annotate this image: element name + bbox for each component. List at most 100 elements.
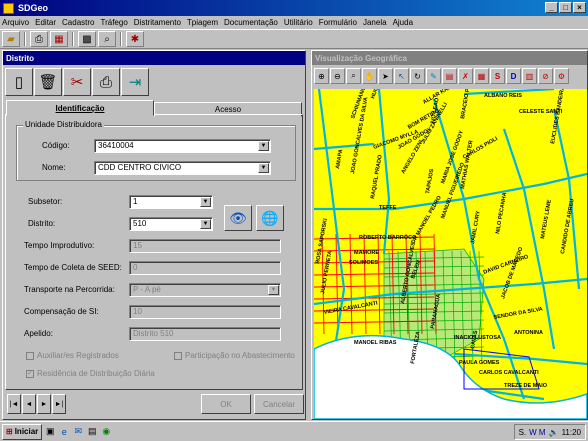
distrito-select[interactable]: 510 ▼ bbox=[129, 217, 213, 231]
cross-icon[interactable]: ✱ bbox=[126, 31, 144, 47]
nome-select[interactable]: CDD CENTRO CIVICO ▼ bbox=[94, 161, 271, 175]
menu-utilitario[interactable]: Utilitário bbox=[284, 18, 313, 27]
map-button[interactable]: 🌐 bbox=[256, 205, 284, 231]
exit-button[interactable]: ⇥ bbox=[121, 68, 149, 96]
nav-first-button[interactable]: |◄ bbox=[7, 394, 21, 414]
map-canvas[interactable]: ALBANO REISCELESTE SANTISCHIUMANOHUGO SI… bbox=[314, 89, 587, 419]
chart-icon[interactable]: ▥ bbox=[522, 68, 537, 84]
compensacao-label: Compensação de SI: bbox=[24, 307, 99, 316]
distrito-value: 510 bbox=[133, 219, 147, 228]
scissors-icon: ✂ bbox=[70, 74, 84, 91]
street-label: ROBERTO BARROCO bbox=[359, 235, 417, 241]
apelido-label: Apelido: bbox=[24, 329, 53, 338]
compensacao-field[interactable]: 10 bbox=[129, 305, 281, 319]
nav-prev-button[interactable]: ◄ bbox=[22, 394, 36, 414]
start-button[interactable]: ⊞ Iniciar bbox=[2, 423, 43, 440]
map-svg: ALBANO REISCELESTE SANTISCHIUMANOHUGO SI… bbox=[314, 89, 587, 419]
menu-tpiagem[interactable]: Tpiagem bbox=[187, 18, 218, 27]
chevron-down-icon[interactable]: ▼ bbox=[268, 285, 279, 295]
menu-editar[interactable]: Editar bbox=[35, 18, 56, 27]
auxiliar-label: Auxiliar/es Registrados bbox=[37, 351, 119, 360]
zoom-icon[interactable]: ⌕ bbox=[98, 31, 116, 47]
quicklaunch-app2-icon[interactable]: ◉ bbox=[100, 426, 112, 438]
participacao-label: Participação no Abastecimento bbox=[185, 351, 295, 360]
folder-icon[interactable]: ▰ bbox=[2, 31, 20, 47]
route-icon[interactable]: ✗ bbox=[458, 68, 473, 84]
grid-icon[interactable]: ▩ bbox=[78, 31, 96, 47]
tray-s-icon[interactable]: S. bbox=[519, 428, 527, 437]
zoom-window-icon[interactable]: ⌕ bbox=[346, 68, 361, 84]
app-icon bbox=[3, 2, 14, 14]
pointer-icon[interactable]: ➤ bbox=[378, 68, 393, 84]
label-d-icon[interactable]: D bbox=[506, 68, 521, 84]
tray-speaker-icon[interactable]: 🔈 bbox=[549, 428, 559, 437]
transporte-select[interactable]: P - A pé ▼ bbox=[129, 283, 281, 297]
tempo-coleta-field[interactable]: 0 bbox=[129, 261, 281, 275]
quicklaunch-desktop-icon[interactable]: ▣ bbox=[44, 426, 56, 438]
participacao-checkbox[interactable]: Participação no Abastecimento bbox=[174, 351, 295, 360]
palette-icon[interactable]: ✎ bbox=[426, 68, 441, 84]
globe-icon: 🌐 bbox=[261, 209, 279, 226]
menu-formulario[interactable]: Formulário bbox=[319, 18, 357, 27]
printer-icon[interactable]: ⎙ bbox=[30, 31, 48, 47]
cut-button[interactable]: ✂ bbox=[63, 68, 91, 96]
menu-documentacao[interactable]: Documentação bbox=[224, 18, 278, 27]
label-s-icon[interactable]: S bbox=[490, 68, 505, 84]
quicklaunch-app-icon[interactable]: ▤ bbox=[86, 426, 98, 438]
settings-icon[interactable]: ⚙ bbox=[554, 68, 569, 84]
quicklaunch-outlook-icon[interactable]: ✉ bbox=[72, 426, 84, 438]
identificacao-panel: Unidade Distribuidora Código: 36410004 ▼… bbox=[5, 114, 303, 390]
nav-next-button[interactable]: ► bbox=[37, 394, 51, 414]
tray-wm-icon[interactable]: W M bbox=[529, 428, 545, 437]
minimize-button[interactable]: _ bbox=[545, 2, 558, 13]
main-toolbar: ▰ ⎙ ▦ ▩ ⌕ ✱ bbox=[0, 29, 588, 49]
ok-button[interactable]: OK bbox=[201, 394, 251, 414]
subsetor-select[interactable]: 1 ▼ bbox=[129, 195, 213, 209]
new-document-button[interactable]: ▯ bbox=[5, 68, 33, 96]
street-label: SENDOR DA SILVA bbox=[493, 306, 543, 321]
nav-last-button[interactable]: ►| bbox=[52, 394, 66, 414]
quicklaunch-browser-icon[interactable]: e bbox=[58, 426, 70, 438]
menu-arquivo[interactable]: Arquivo bbox=[2, 18, 29, 27]
menu-trafego[interactable]: Tráfego bbox=[101, 18, 128, 27]
auxiliar-checkbox[interactable]: Auxiliar/es Registrados bbox=[26, 351, 119, 360]
pan-hand-icon[interactable]: ✋ bbox=[362, 68, 377, 84]
chevron-down-icon[interactable]: ▼ bbox=[258, 141, 269, 151]
street-label: DAVID CARNEIRO bbox=[483, 254, 530, 276]
codigo-select[interactable]: 36410004 ▼ bbox=[94, 139, 271, 153]
erase-icon[interactable]: ⊘ bbox=[538, 68, 553, 84]
residencia-label: Residência de Distribuição Diária bbox=[37, 369, 155, 378]
layout-icon[interactable]: ▦ bbox=[50, 31, 68, 47]
zoom-in-icon[interactable]: ⊕ bbox=[314, 68, 329, 84]
menu-cadastro[interactable]: Cadastro bbox=[62, 18, 94, 27]
map-toolbar: ⊕ ⊖ ⌕ ✋ ➤ ↖ ↻ ✎ ▤ ✗ ▦ S D ▥ ⊘ ⚙ bbox=[314, 68, 586, 86]
chevron-down-icon[interactable]: ▼ bbox=[258, 163, 269, 173]
menu-bar: Arquivo Editar Cadastro Tráfego Distrita… bbox=[0, 16, 588, 29]
residencia-checkbox[interactable]: ✓ Residência de Distribuição Diária bbox=[26, 369, 155, 378]
apelido-field[interactable]: Distrito 510 bbox=[129, 327, 281, 341]
view-button[interactable]: 👁 bbox=[224, 205, 252, 231]
tab-identificacao[interactable]: Identificação bbox=[6, 100, 154, 116]
rotate-icon[interactable]: ↻ bbox=[410, 68, 425, 84]
grid-icon[interactable]: ▦ bbox=[474, 68, 489, 84]
menu-janela[interactable]: Janela bbox=[363, 18, 387, 27]
menu-distritamento[interactable]: Distritamento bbox=[134, 18, 181, 27]
layers-icon[interactable]: ▤ bbox=[442, 68, 457, 84]
menu-ajuda[interactable]: Ajuda bbox=[393, 18, 413, 27]
zoom-out-icon[interactable]: ⊖ bbox=[330, 68, 345, 84]
printer-icon: ⎙ bbox=[99, 73, 112, 91]
tempo-improdutivo-field[interactable]: 15 bbox=[129, 239, 281, 253]
close-button[interactable]: × bbox=[573, 2, 586, 13]
new-document-icon: ▯ bbox=[14, 74, 24, 91]
delete-button[interactable]: 🗑 bbox=[34, 68, 62, 96]
codigo-value: 36410004 bbox=[98, 141, 134, 150]
cancel-button[interactable]: Cancelar bbox=[254, 394, 304, 414]
street-label: TEFFE bbox=[379, 205, 397, 211]
chevron-down-icon[interactable]: ▼ bbox=[200, 197, 211, 207]
print-button[interactable]: ⎙ bbox=[92, 68, 120, 96]
windows-logo-icon: ⊞ bbox=[6, 427, 13, 436]
chevron-down-icon[interactable]: ▼ bbox=[200, 219, 211, 229]
maximize-button[interactable]: □ bbox=[559, 2, 572, 13]
street-label: ALBANO REIS bbox=[484, 93, 522, 99]
select-icon[interactable]: ↖ bbox=[394, 68, 409, 84]
